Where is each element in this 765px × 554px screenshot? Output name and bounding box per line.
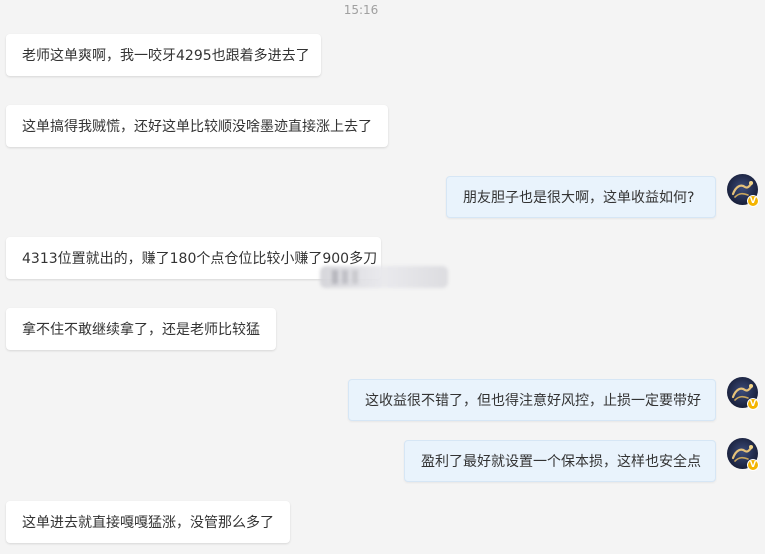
message-bubble-received[interactable]: 这单搞得我贼慌，还好这单比较顺没啥墨迹直接涨上去了	[6, 105, 388, 147]
verified-badge: V	[747, 195, 759, 207]
message-bubble-sent[interactable]: 朋友胆子也是很大啊，这单收益如何?	[446, 176, 716, 218]
redacted-blur-strip	[320, 266, 448, 288]
message-bubble-sent[interactable]: 盈利了最好就设置一个保本损，这样也安全点	[404, 440, 716, 482]
sender-avatar[interactable]: V	[727, 438, 759, 471]
message-bubble-sent[interactable]: 这收益很不错了，但也得注意好风控，止损一定要带好	[348, 379, 716, 421]
message-bubble-received[interactable]: 拿不住不敢继续拿了，还是老师比较猛	[6, 308, 276, 350]
message-bubble-received[interactable]: 这单进去就直接嘎嘎猛涨，没管那么多了	[6, 501, 290, 543]
verified-badge: V	[747, 459, 759, 471]
chat-timestamp: 15:16	[343, 3, 379, 17]
verified-badge: V	[747, 398, 759, 410]
sender-avatar[interactable]: V	[727, 377, 759, 410]
message-bubble-received[interactable]: 老师这单爽啊，我一咬牙4295也跟着多进去了	[6, 34, 321, 76]
sender-avatar[interactable]: V	[727, 174, 759, 207]
